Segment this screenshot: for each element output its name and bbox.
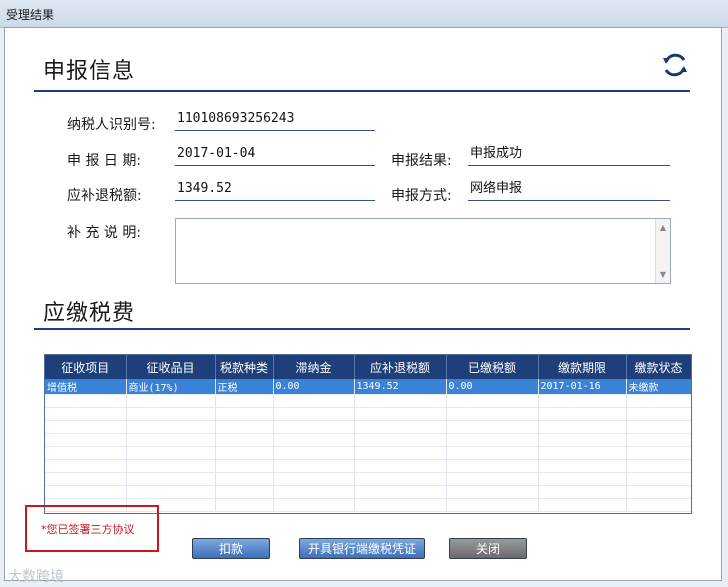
empty-row [45, 485, 691, 499]
empty-row [45, 459, 691, 473]
refresh-icon[interactable] [660, 50, 690, 80]
fees-table-header: 征收项目 征收品目 税款种类 滞纳金 应补退税额 已缴税额 缴款期限 缴款状态 [45, 355, 691, 379]
table-cell: 0.00 [446, 379, 539, 395]
declaration-method-label: 申报方式: [391, 188, 452, 204]
table-cell: 2017-01-16 [538, 379, 627, 395]
close-button[interactable]: 关闭 [449, 538, 527, 559]
table-cell: 未缴款 [626, 379, 691, 395]
empty-row [45, 407, 691, 421]
column-header[interactable]: 税款种类 [215, 355, 274, 379]
deduct-button[interactable]: 扣款 [192, 538, 270, 559]
declaration-date-field[interactable]: 2017-01-04 [175, 145, 375, 166]
fees-divider [34, 328, 690, 330]
column-header[interactable]: 缴款期限 [538, 355, 627, 379]
tripartite-notice-text: *您已签署三方协议 [41, 523, 135, 536]
column-header[interactable]: 已缴税额 [446, 355, 539, 379]
scroll-up-icon[interactable]: ▲ [656, 223, 670, 232]
taxpayer-id-label: 纳税人识别号: [67, 117, 156, 133]
declaration-heading: 申报信息 [43, 59, 136, 84]
declaration-method-field[interactable]: 网络申报 [468, 180, 670, 201]
watermark: 大数跨境 [8, 569, 64, 585]
declaration-result-field[interactable]: 申报成功 [468, 145, 670, 166]
declaration-result-label: 申报结果: [391, 153, 452, 169]
column-header[interactable]: 滞纳金 [273, 355, 355, 379]
column-header[interactable]: 征收品目 [126, 355, 216, 379]
issue-certificate-button[interactable]: 开具银行端缴税凭证 [299, 538, 425, 559]
fees-table: 征收项目 征收品目 税款种类 滞纳金 应补退税额 已缴税额 缴款期限 缴款状态 … [44, 354, 692, 514]
column-header[interactable]: 征收项目 [45, 355, 127, 379]
table-row[interactable]: 增值税 商业(17%) 正税 0.00 1349.52 0.00 2017-01… [45, 379, 691, 395]
tax-amount-label: 应补退税额: [67, 188, 142, 204]
title-bar: 受理结果 [0, 0, 728, 28]
column-header[interactable]: 缴款状态 [626, 355, 691, 379]
empty-row [45, 394, 691, 408]
table-cell: 商业(17%) [126, 379, 216, 395]
table-cell: 1349.52 [354, 379, 447, 395]
declaration-divider [34, 90, 690, 92]
column-header[interactable]: 应补退税额 [354, 355, 447, 379]
scroll-down-icon[interactable]: ▼ [656, 270, 670, 279]
taxpayer-id-field[interactable]: 110108693256243 [175, 110, 375, 131]
note-label: 补 充 说 明: [67, 225, 142, 241]
empty-row [45, 433, 691, 447]
declaration-date-label: 申 报 日 期: [67, 153, 142, 169]
note-scrollbar[interactable]: ▲ ▼ [655, 219, 670, 283]
window-title: 受理结果 [6, 8, 55, 22]
empty-row [45, 472, 691, 486]
note-textarea[interactable]: ▲ ▼ [175, 218, 671, 284]
fees-heading: 应缴税费 [43, 301, 136, 326]
tax-amount-field[interactable]: 1349.52 [175, 180, 375, 201]
table-cell: 0.00 [273, 379, 355, 395]
empty-row [45, 420, 691, 434]
table-cell: 正税 [215, 379, 274, 395]
empty-row [45, 446, 691, 460]
tripartite-notice-box: *您已签署三方协议 [25, 505, 159, 552]
table-cell: 增值税 [45, 379, 127, 395]
